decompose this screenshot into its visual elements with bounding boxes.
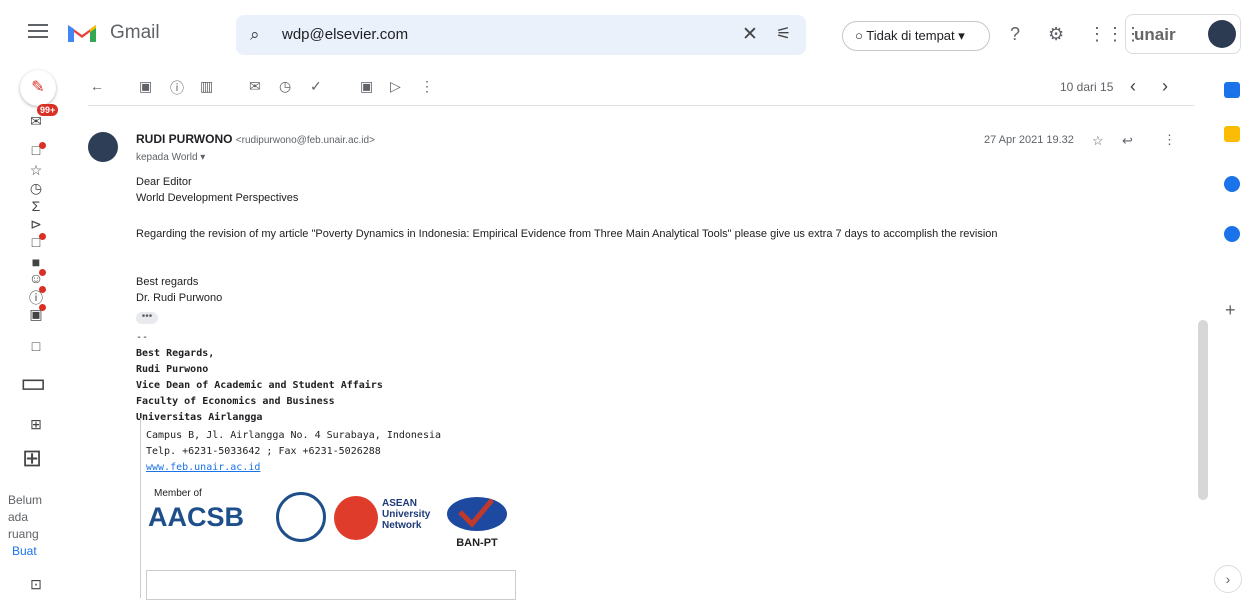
member-logos: Member of AACSB ASEAN University Network… (148, 488, 508, 560)
status-dot-icon: ○ (855, 28, 863, 43)
sig-line: Universitas Airlangga (136, 412, 263, 423)
banpt-text: BAN-PT (456, 537, 498, 549)
video-icon[interactable]: ⊡ (25, 576, 47, 593)
create-room-link[interactable]: Buat (12, 544, 37, 558)
address-line: Campus B, Jl. Airlangga No. 4 Surabaya, … (146, 430, 442, 441)
asean-line: Network (382, 520, 422, 531)
back-icon[interactable]: ← (90, 78, 104, 94)
menu-icon[interactable] (28, 24, 48, 40)
greeting-line: World Development Perspectives (136, 192, 299, 204)
meet-text-1: Belum (8, 493, 43, 507)
report-spam-icon[interactable]: ⓘ (170, 78, 184, 98)
star-icon[interactable]: ☆ (1092, 133, 1104, 149)
add-addon-icon[interactable]: + (1225, 300, 1236, 321)
broken-image (146, 570, 516, 600)
mark-unread-icon[interactable]: ✉ (249, 78, 261, 95)
pager-label: 10 dari 15 (1060, 80, 1114, 94)
search-input[interactable]: wdp@elsevier.com (282, 26, 408, 43)
contacts-icon[interactable] (1224, 226, 1240, 242)
top-bar: Gmail ⌕ wdp@elsevier.com ✕ ⚟ ○ Tidak di … (0, 0, 1246, 64)
show-trimmed-button[interactable]: ••• (136, 312, 158, 324)
chat-large-icon[interactable]: ▭ (20, 366, 46, 399)
org-logo: unair (1134, 25, 1176, 44)
more-icon[interactable]: ⋮ (1163, 132, 1176, 148)
greeting-line: Dear Editor (136, 176, 192, 188)
search-options-icon[interactable]: ⚟ (776, 24, 791, 44)
settings-icon[interactable]: ⚙ (1048, 24, 1064, 45)
from-line: RUDI PURWONO <rudipurwono@feb.unair.ac.i… (136, 132, 375, 146)
unread-dot (39, 233, 46, 240)
important-icon[interactable]: Σ (25, 198, 47, 214)
snooze-icon[interactable]: ◷ (279, 78, 291, 95)
sig-line: Rudi Purwono (136, 364, 209, 375)
calendar-icon[interactable] (1224, 82, 1240, 98)
status-dropdown[interactable]: ○ Tidak di tempat ▾ (842, 21, 990, 51)
abest21-logo (276, 492, 326, 542)
delete-icon[interactable]: ▥ (200, 78, 213, 95)
star-icon[interactable]: ☆ (25, 162, 47, 179)
clear-search-icon[interactable]: ✕ (742, 23, 758, 46)
tasks-icon[interactable] (1224, 176, 1240, 192)
phone-line: Telp. +6231-5033642 ; Fax +6231-5026288 (146, 446, 381, 457)
aacsb-logo: AACSB (148, 502, 245, 532)
account-chip[interactable]: unair (1125, 14, 1241, 54)
spaces-icon[interactable]: ⊞ (25, 416, 47, 433)
send-icon[interactable]: ⊳ (25, 216, 47, 233)
prev-icon[interactable]: ‹ (1130, 76, 1136, 97)
recipient-line[interactable]: kepada World ▾ (136, 152, 205, 163)
avatar[interactable] (88, 132, 118, 162)
meet-text-2: ada (8, 510, 29, 524)
unread-dot (39, 142, 46, 149)
unread-dot (39, 286, 46, 293)
sig-separator: -- (136, 332, 149, 343)
banpt-logo: BAN-PT (447, 497, 507, 549)
reply-icon[interactable]: ↩ (1122, 133, 1133, 149)
unread-badge: 99+ (37, 104, 59, 116)
label-filled-icon[interactable]: ■ (25, 254, 47, 270)
sig-line: Best Regards, (136, 348, 215, 359)
move-to-icon[interactable]: ▣ (360, 78, 373, 95)
divider (88, 105, 1194, 106)
archive-icon[interactable]: ▣ (139, 78, 152, 95)
body-paragraph: Regarding the revision of my article "Po… (136, 228, 998, 240)
compose-button[interactable]: ✎ (20, 70, 56, 106)
right-rail: + (1210, 64, 1246, 597)
closing-line: Best regards (136, 276, 199, 288)
unread-dot (39, 269, 46, 276)
left-nav: ✎ ✉ 99+ □ ☆ ◷ Σ ⊳ □ ■ ☺ ⓘ ▣ □ ▭ ⊞ ⊞ Belu… (0, 64, 72, 597)
keep-icon[interactable] (1224, 126, 1240, 142)
member-of-label: Member of (154, 488, 202, 499)
unread-dot (39, 304, 46, 311)
website-link[interactable]: www.feb.unair.ac.id (146, 460, 260, 476)
status-label: Tidak di tempat ▾ (866, 28, 965, 43)
label-as-icon[interactable]: ▷ (390, 78, 401, 95)
clock-icon[interactable]: ◷ (25, 180, 47, 197)
add-task-icon[interactable]: ✓ (310, 78, 322, 95)
next-icon[interactable]: › (1162, 76, 1168, 97)
asean-text: ASEAN University Network (382, 498, 430, 531)
app-brand: Gmail (110, 22, 160, 43)
meet-text-3: ruang (8, 527, 39, 541)
more-options-icon[interactable]: ⋮ (420, 78, 434, 95)
email-toolbar: ← ▣ ⓘ ▥ ✉ ◷ ✓ ▣ ▷ ⋮ (72, 64, 1202, 110)
sender-name[interactable]: RUDI PURWONO (136, 132, 232, 146)
sig-line: Faculty of Economics and Business (136, 396, 335, 407)
sender-email: <rudipurwono@feb.unair.ac.id> (235, 135, 375, 146)
scrollbar[interactable] (1198, 320, 1208, 500)
asean-line: University (382, 509, 431, 520)
help-icon[interactable]: ? (1010, 24, 1020, 45)
search-bar[interactable]: ⌕ wdp@elsevier.com ✕ ⚟ (236, 15, 806, 55)
divider (140, 418, 141, 598)
search-icon[interactable]: ⌕ (250, 25, 260, 45)
spaces-large-icon[interactable]: ⊞ (21, 444, 43, 473)
avatar[interactable] (1208, 20, 1236, 48)
asean-logo (334, 496, 378, 540)
email-date: 27 Apr 2021 19.32 (984, 134, 1074, 146)
chat-icon[interactable]: □ (25, 338, 47, 354)
gmail-logo-icon[interactable] (66, 20, 98, 44)
closing-line: Dr. Rudi Purwono (136, 292, 223, 304)
expand-panel-button[interactable]: › (1214, 565, 1242, 593)
sig-line: Vice Dean of Academic and Student Affair… (136, 380, 383, 391)
asean-line: ASEAN (382, 498, 418, 509)
